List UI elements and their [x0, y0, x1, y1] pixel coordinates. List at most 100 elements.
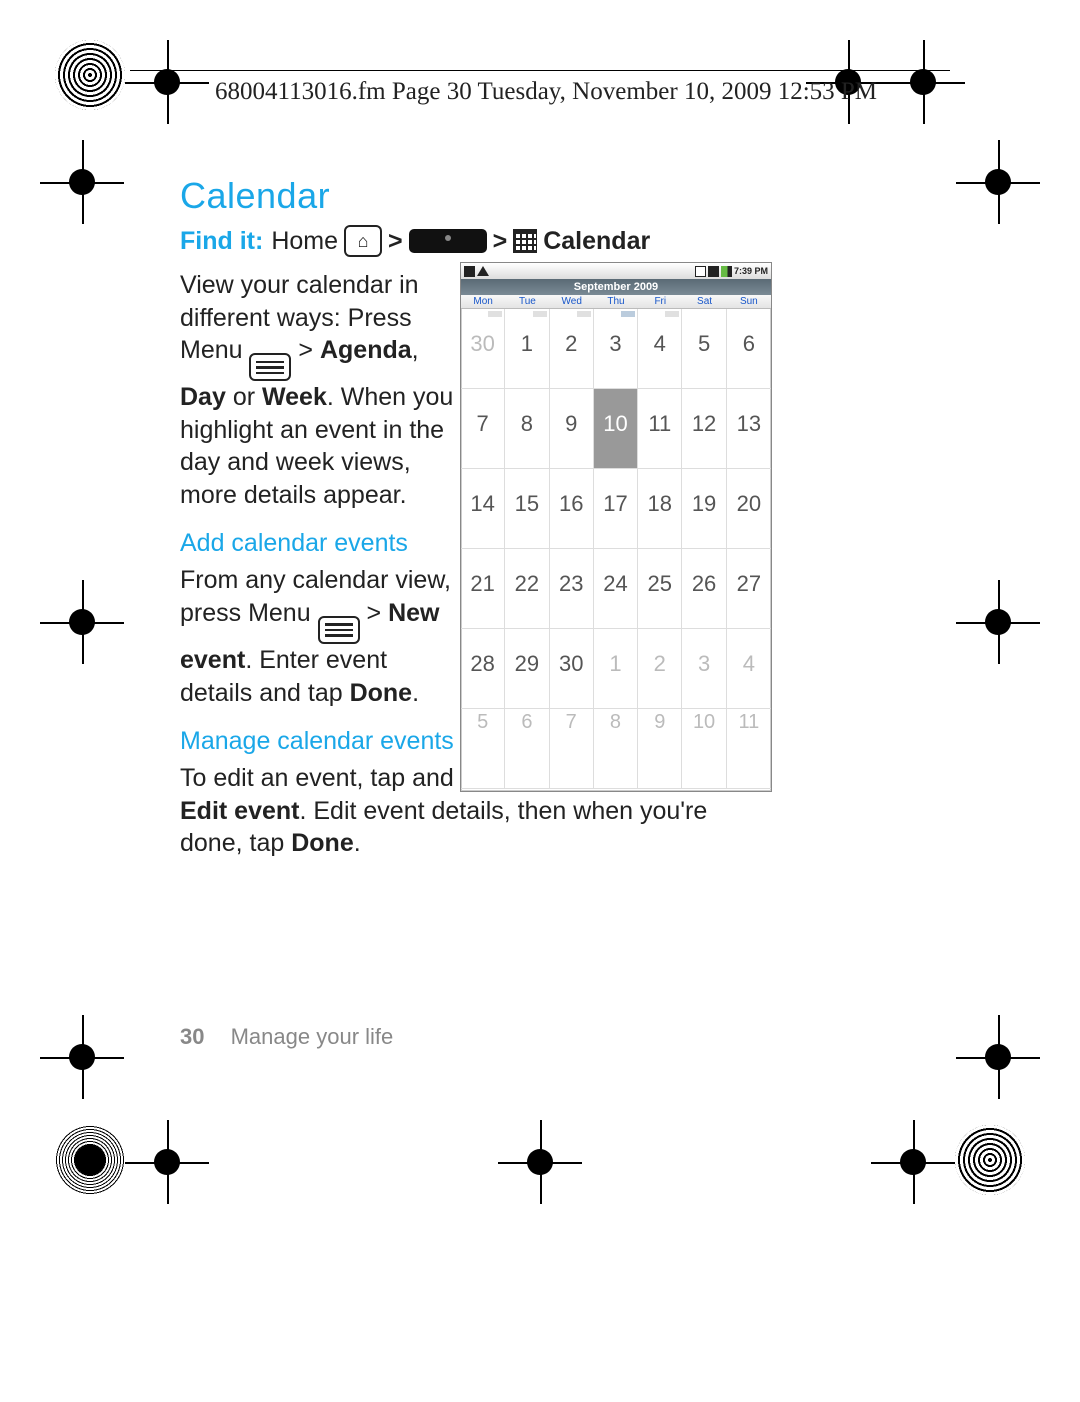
crop-mark-icon	[145, 1140, 189, 1184]
calendar-cell[interactable]: 20	[727, 469, 771, 549]
day-of-week-row: MonTueWedThuFriSatSun	[461, 295, 771, 309]
calendar-cell[interactable]: 8	[505, 389, 549, 469]
calendar-date: 10	[682, 711, 725, 734]
calendar-cell[interactable]: 24	[594, 549, 638, 629]
calendar-cell[interactable]: 14	[461, 469, 505, 549]
crop-mark-icon	[976, 160, 1020, 204]
calendar-cell[interactable]: 6	[505, 709, 549, 789]
calendar-date: 25	[638, 571, 681, 597]
calendar-date: 29	[505, 651, 548, 677]
calendar-cell[interactable]: 25	[638, 549, 682, 629]
calendar-date: 5	[461, 711, 504, 734]
calendar-date: 7	[550, 711, 593, 734]
calendar-date: 3	[682, 651, 725, 677]
add-events-paragraph: From any calendar view, press Menu > New…	[180, 564, 460, 709]
calendar-cell[interactable]: 13	[727, 389, 771, 469]
crop-mark-icon	[60, 600, 104, 644]
calendar-cell[interactable]: 21	[461, 549, 505, 629]
calendar-cell[interactable]: 3	[682, 629, 726, 709]
header-rule	[130, 70, 950, 71]
dow-label: Mon	[461, 295, 505, 308]
calendar-date: 12	[682, 411, 725, 437]
calendar-date: 9	[550, 411, 593, 437]
calendar-date: 2	[550, 331, 593, 357]
calendar-date: 4	[638, 331, 681, 357]
calendar-cell[interactable]: 2	[550, 309, 594, 389]
calendar-date: 27	[727, 571, 771, 597]
calendar-cell[interactable]: 7	[550, 709, 594, 789]
intro-paragraph: View your calendar in different ways: Pr…	[180, 269, 460, 511]
calendar-date: 20	[727, 491, 771, 517]
calendar-cell[interactable]: 5	[682, 309, 726, 389]
calendar-cell[interactable]: 30	[550, 629, 594, 709]
calendar-date: 8	[594, 711, 637, 734]
menu-icon	[318, 616, 360, 644]
calendar-cell[interactable]: 12	[682, 389, 726, 469]
calendar-cell[interactable]: 7	[461, 389, 505, 469]
event-marker	[533, 311, 547, 317]
calendar-cell[interactable]: 19	[682, 469, 726, 549]
calendar-cell[interactable]: 23	[550, 549, 594, 629]
find-it-label: Find it:	[180, 227, 263, 256]
calendar-cell[interactable]: 9	[638, 709, 682, 789]
calendar-cell[interactable]: 1	[505, 309, 549, 389]
crop-mark-icon	[60, 1035, 104, 1079]
calendar-cell[interactable]: 10	[594, 389, 638, 469]
find-it-calendar: Calendar	[543, 227, 650, 256]
calendar-cell[interactable]: 29	[505, 629, 549, 709]
crop-mark-icon	[901, 60, 945, 104]
calendar-cell[interactable]: 30	[461, 309, 505, 389]
calendar-date: 11	[727, 711, 771, 734]
calendar-cell[interactable]: 27	[727, 549, 771, 629]
battery-icon	[721, 266, 732, 277]
calendar-cell[interactable]: 9	[550, 389, 594, 469]
calendar-cell[interactable]: 10	[682, 709, 726, 789]
calendar-date: 9	[638, 711, 681, 734]
manual-page: 68004113016.fm Page 30 Tuesday, November…	[0, 0, 1080, 1402]
alert-icon	[477, 266, 489, 276]
event-marker	[621, 311, 635, 317]
calendar-cell[interactable]: 3	[594, 309, 638, 389]
calendar-date: 26	[682, 571, 725, 597]
calendar-date: 16	[550, 491, 593, 517]
calendar-date: 2	[638, 651, 681, 677]
calendar-app-icon	[513, 229, 537, 253]
calendar-cell[interactable]: 22	[505, 549, 549, 629]
calendar-date: 8	[505, 411, 548, 437]
network-icon	[708, 266, 719, 277]
print-spiral-icon	[55, 40, 125, 110]
calendar-cell[interactable]: 2	[638, 629, 682, 709]
calendar-date: 4	[727, 651, 771, 677]
app-tray-icon	[409, 229, 487, 253]
calendar-date: 5	[682, 331, 725, 357]
signal-icon	[695, 266, 706, 277]
dow-label: Fri	[638, 295, 682, 308]
calendar-date: 14	[461, 491, 504, 517]
calendar-cell[interactable]: 11	[727, 709, 771, 789]
calendar-cell[interactable]: 4	[727, 629, 771, 709]
path-separator: >	[388, 227, 403, 256]
calendar-cell[interactable]: 26	[682, 549, 726, 629]
calendar-cell[interactable]: 11	[638, 389, 682, 469]
calendar-cell[interactable]: 1	[594, 629, 638, 709]
calendar-date: 7	[461, 411, 504, 437]
calendar-cell[interactable]: 8	[594, 709, 638, 789]
calendar-cell[interactable]: 4	[638, 309, 682, 389]
calendar-month: September 2009	[461, 279, 771, 295]
calendar-date: 22	[505, 571, 548, 597]
dow-label: Wed	[550, 295, 594, 308]
status-time: 7:39 PM	[734, 266, 768, 276]
calendar-date: 30	[461, 331, 504, 357]
calendar-cell[interactable]: 16	[550, 469, 594, 549]
calendar-cell[interactable]: 15	[505, 469, 549, 549]
page-footer: 30 Manage your life	[180, 1024, 393, 1050]
calendar-date: 6	[505, 711, 548, 734]
calendar-cell[interactable]: 17	[594, 469, 638, 549]
menu-icon	[249, 353, 291, 381]
crop-mark-icon	[518, 1140, 562, 1184]
calendar-cell[interactable]: 18	[638, 469, 682, 549]
calendar-date: 17	[594, 491, 637, 517]
calendar-cell[interactable]: 28	[461, 629, 505, 709]
calendar-cell[interactable]: 6	[727, 309, 771, 389]
calendar-cell[interactable]: 5	[461, 709, 505, 789]
